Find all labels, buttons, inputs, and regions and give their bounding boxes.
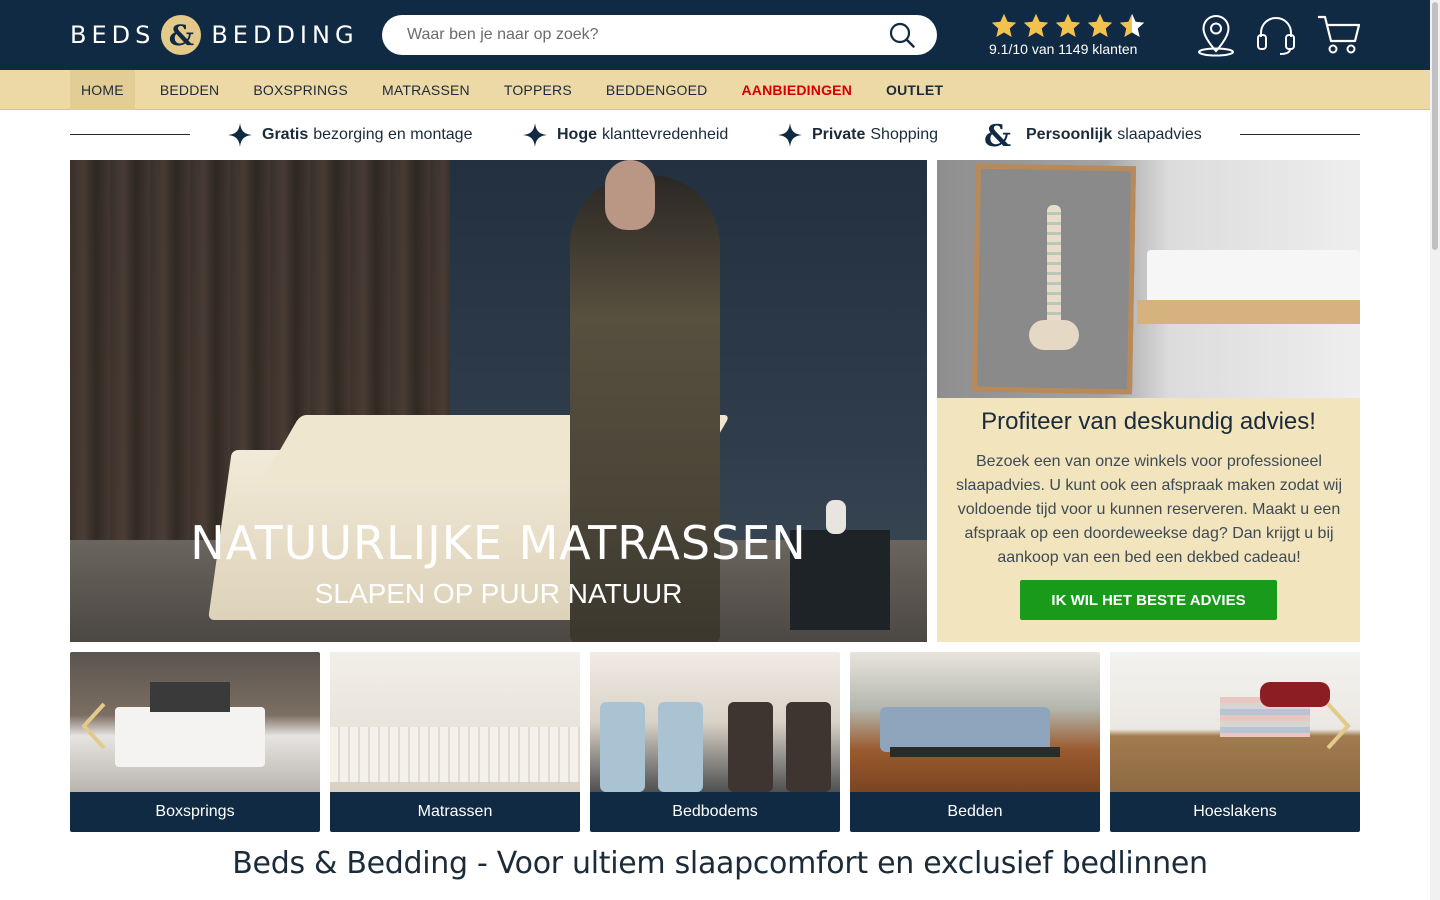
advice-panel: Profiteer van deskundig advies! Bezoek e… <box>937 160 1360 642</box>
sparkle-icon <box>523 123 547 147</box>
advice-title: Profiteer van deskundig advies! <box>981 408 1316 435</box>
nav-item-outlet[interactable]: OUTLET <box>869 70 960 110</box>
nav-item-toppers[interactable]: TOPPERS <box>487 70 589 110</box>
search-input[interactable] <box>407 26 877 44</box>
sparkle-icon <box>778 123 802 147</box>
usp-bold: Private <box>812 126 866 143</box>
usp-item-advice: & Persoonlijk slaapadvies <box>984 110 1202 160</box>
search-bar <box>382 15 937 55</box>
hero-title: NATUURLIJKE MATRASSEN <box>190 516 807 570</box>
spine-model <box>1047 205 1061 335</box>
cart-icon[interactable] <box>1316 13 1360 57</box>
nav-item-aanbiedingen[interactable]: AANBIEDINGEN <box>724 70 869 110</box>
star-icon <box>1023 13 1049 37</box>
pelvis-model <box>1029 320 1079 350</box>
category-carousel: Boxsprings Matrassen Bedbodems Bedden Ho… <box>70 652 1360 832</box>
main-nav: HOME BEDDEN BOXSPRINGS MATRASSEN TOPPERS… <box>0 70 1440 110</box>
advice-bed-base <box>1137 300 1360 324</box>
location-icon[interactable] <box>1194 13 1238 57</box>
logo[interactable]: BEDS & BEDDING <box>70 14 359 56</box>
advice-text: Bezoek een van onze winkels voor profess… <box>956 453 1342 566</box>
category-matrassen[interactable]: Matrassen <box>330 652 580 832</box>
usp-bold: Hoge <box>557 126 597 143</box>
nav-item-boxsprings[interactable]: BOXSPRINGS <box>236 70 365 110</box>
search-icon[interactable] <box>889 22 915 48</box>
logo-text-bedding: BEDDING <box>211 21 359 49</box>
category-bedbodems[interactable]: Bedbodems <box>590 652 840 832</box>
category-image <box>590 652 840 792</box>
category-bedden[interactable]: Bedden <box>850 652 1100 832</box>
star-icon <box>1055 13 1081 37</box>
hero-subtitle: SLAPEN OP PUUR NATUUR <box>314 578 683 609</box>
category-label: Matrassen <box>330 792 580 832</box>
logo-text-beds: BEDS <box>70 21 156 49</box>
star-icon <box>991 13 1017 37</box>
category-label: Hoeslakens <box>1110 792 1360 832</box>
usp-text: slaapadvies <box>1117 126 1202 143</box>
usp-divider-right <box>1240 134 1360 135</box>
nav-item-matrassen[interactable]: MATRASSEN <box>365 70 487 110</box>
usp-item-delivery: Gratis bezorging en montage <box>228 110 472 160</box>
nav-item-home[interactable]: HOME <box>70 70 135 110</box>
hero-model-head <box>605 160 655 230</box>
half-star-icon <box>1119 13 1145 37</box>
usp-bar: Gratis bezorging en montage Hoge klanttevr… <box>70 110 1360 160</box>
category-image <box>850 652 1100 792</box>
usp-divider-left <box>70 134 190 135</box>
sparkle-icon <box>228 123 252 147</box>
carousel-prev-arrow[interactable] <box>80 700 110 752</box>
category-label: Boxsprings <box>70 792 320 832</box>
usp-bold: Gratis <box>262 126 309 143</box>
site-header: BEDS & BEDDING 9.1/10 van 1149 klanten <box>0 0 1440 70</box>
usp-bold: Persoonlijk <box>1026 126 1113 143</box>
ampersand-icon: & <box>984 120 1011 150</box>
svg-text:&: & <box>984 120 1011 150</box>
page-heading: Beds & Bedding - Voor ultiem slaapcomfor… <box>232 846 1208 881</box>
category-label: Bedden <box>850 792 1100 832</box>
usp-text: bezorging en montage <box>313 126 473 143</box>
nav-item-beddengoed[interactable]: BEDDENGOED <box>589 70 725 110</box>
nav-item-bedden[interactable]: BEDDEN <box>143 70 237 110</box>
page-scrollbar[interactable] <box>1430 0 1440 900</box>
category-image <box>330 652 580 792</box>
advice-image <box>937 160 1360 398</box>
usp-item-satisfaction: Hoge klanttevredenheid <box>523 110 728 160</box>
logo-ampersand: & <box>161 15 202 55</box>
carousel-next-arrow[interactable] <box>1322 700 1352 752</box>
usp-text: Shopping <box>870 126 938 143</box>
usp-text: klanttevredenheid <box>602 126 729 143</box>
customer-rating[interactable]: 9.1/10 van 1149 klanten <box>989 12 1149 57</box>
headset-icon[interactable] <box>1254 13 1298 57</box>
hero-model <box>570 175 720 642</box>
usp-item-private-shopping: Private Shopping <box>778 110 938 160</box>
scrollbar-thumb[interactable] <box>1432 2 1438 250</box>
hero-banner[interactable]: NATUURLIJKE MATRASSEN SLAPEN OP PUUR NAT… <box>70 160 927 642</box>
category-label: Bedbodems <box>590 792 840 832</box>
star-icon <box>1087 13 1113 37</box>
rating-stars <box>989 12 1149 40</box>
rating-text: 9.1/10 van 1149 klanten <box>989 41 1138 57</box>
advice-cta-button[interactable]: IK WIL HET BESTE ADVIES <box>1020 580 1277 620</box>
